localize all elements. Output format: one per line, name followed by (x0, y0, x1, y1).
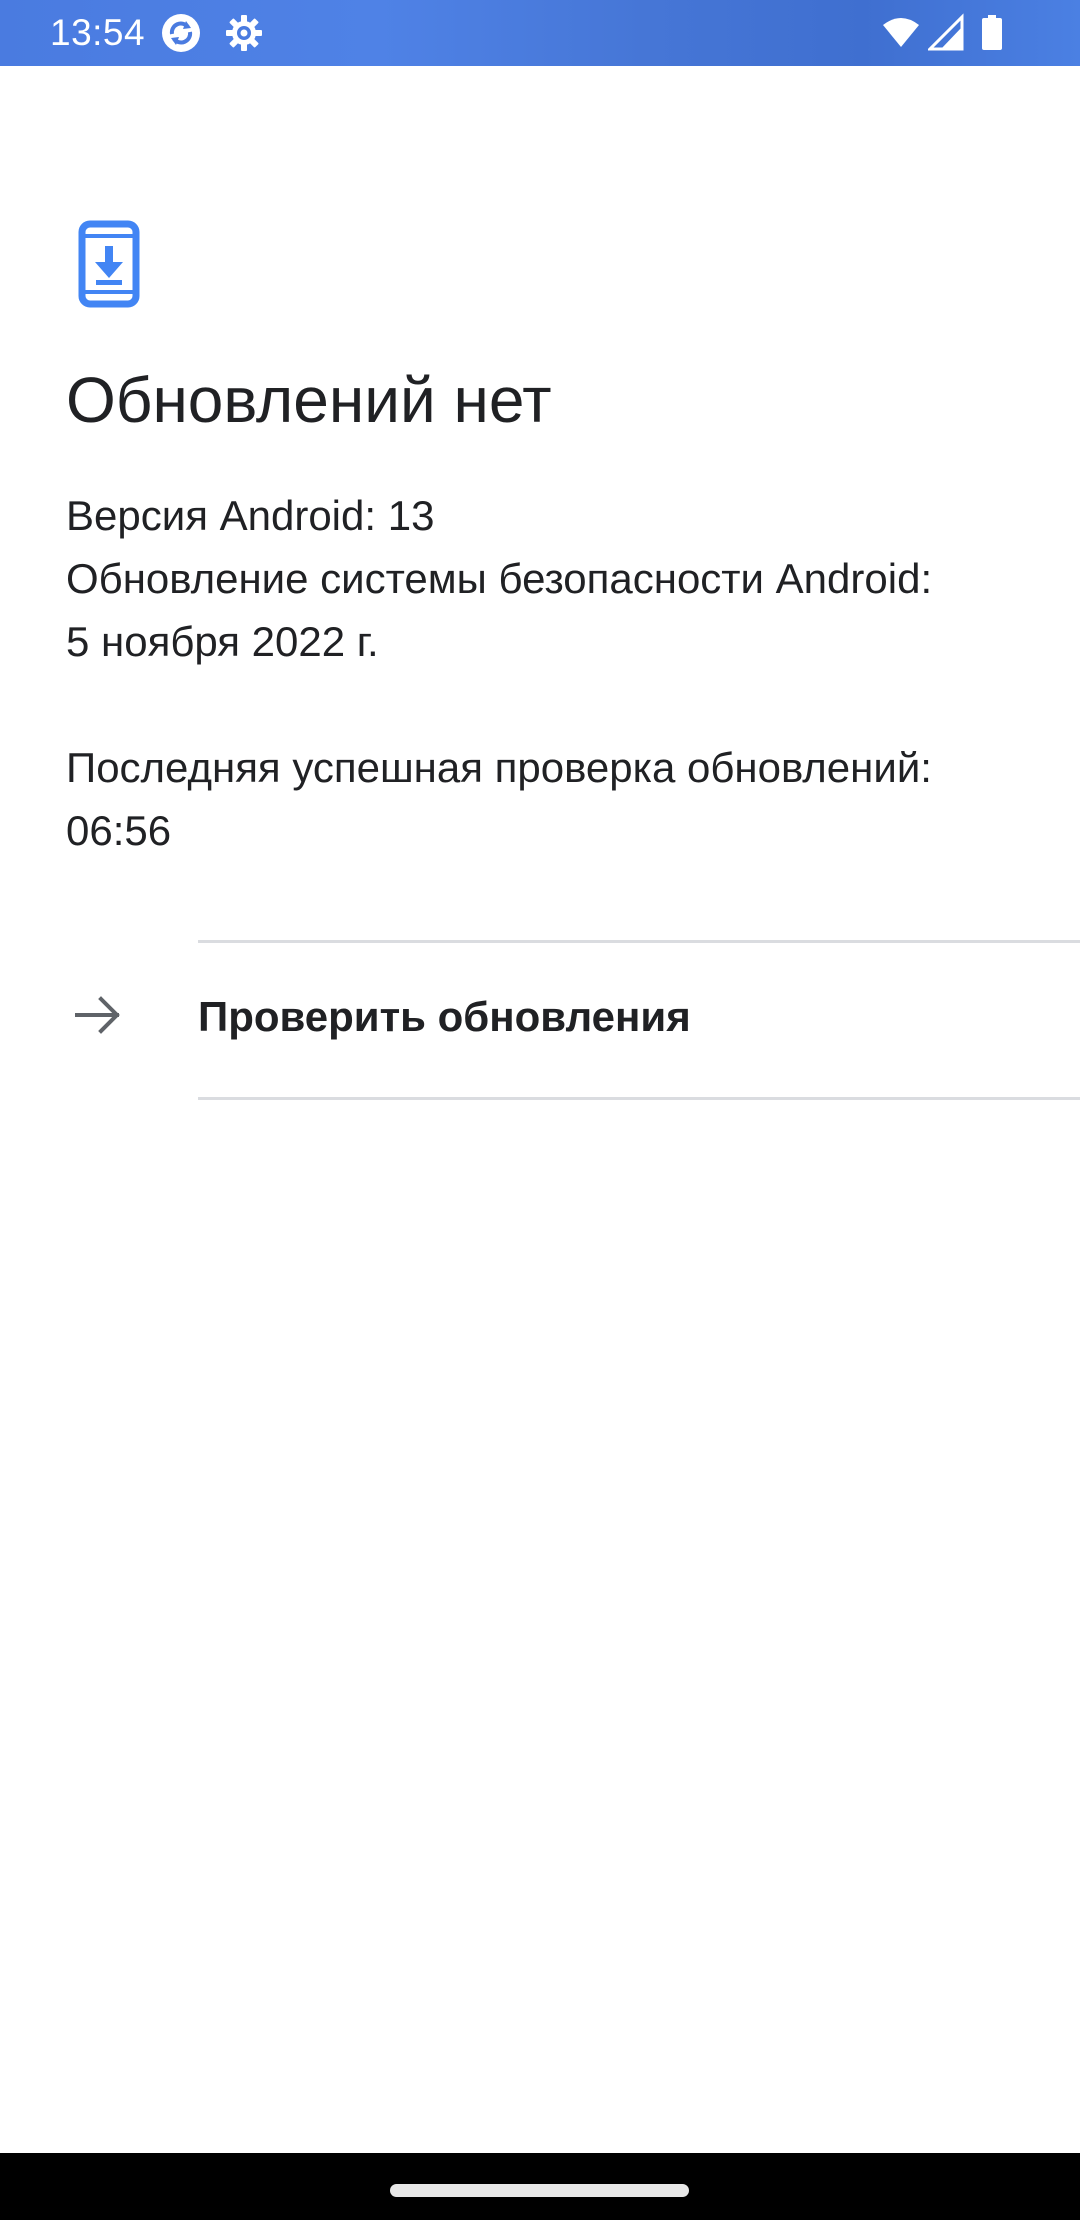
last-check-label: Последняя успешная проверка обновлений: (66, 744, 932, 791)
cellular-signal-icon (926, 13, 964, 53)
page-title: Обновлений нет (66, 364, 552, 436)
security-update-label: Обновление системы безопасности Android: (66, 555, 933, 602)
check-updates-button[interactable]: Проверить обновления (0, 945, 1080, 1097)
wifi-icon (882, 13, 920, 53)
android-version-text: Версия Android: 13 (66, 492, 435, 539)
security-update-date: 5 ноября 2022 г. (66, 618, 379, 665)
settings-gear-icon (224, 13, 264, 53)
home-gesture-handle[interactable] (390, 2184, 689, 2197)
battery-icon (980, 13, 1004, 53)
divider-bottom (198, 1097, 1080, 1100)
status-time: 13:54 (50, 12, 146, 53)
sync-notification-icon (161, 13, 201, 53)
status-bar: 13:54 (0, 0, 1080, 66)
check-updates-label: Проверить обновления (198, 993, 691, 1040)
arrow-right-icon (72, 989, 124, 1041)
last-check-time: 06:56 (66, 807, 172, 854)
divider-top (198, 940, 1080, 943)
navigation-bar (0, 2153, 1080, 2220)
phone-download-icon (78, 220, 140, 308)
